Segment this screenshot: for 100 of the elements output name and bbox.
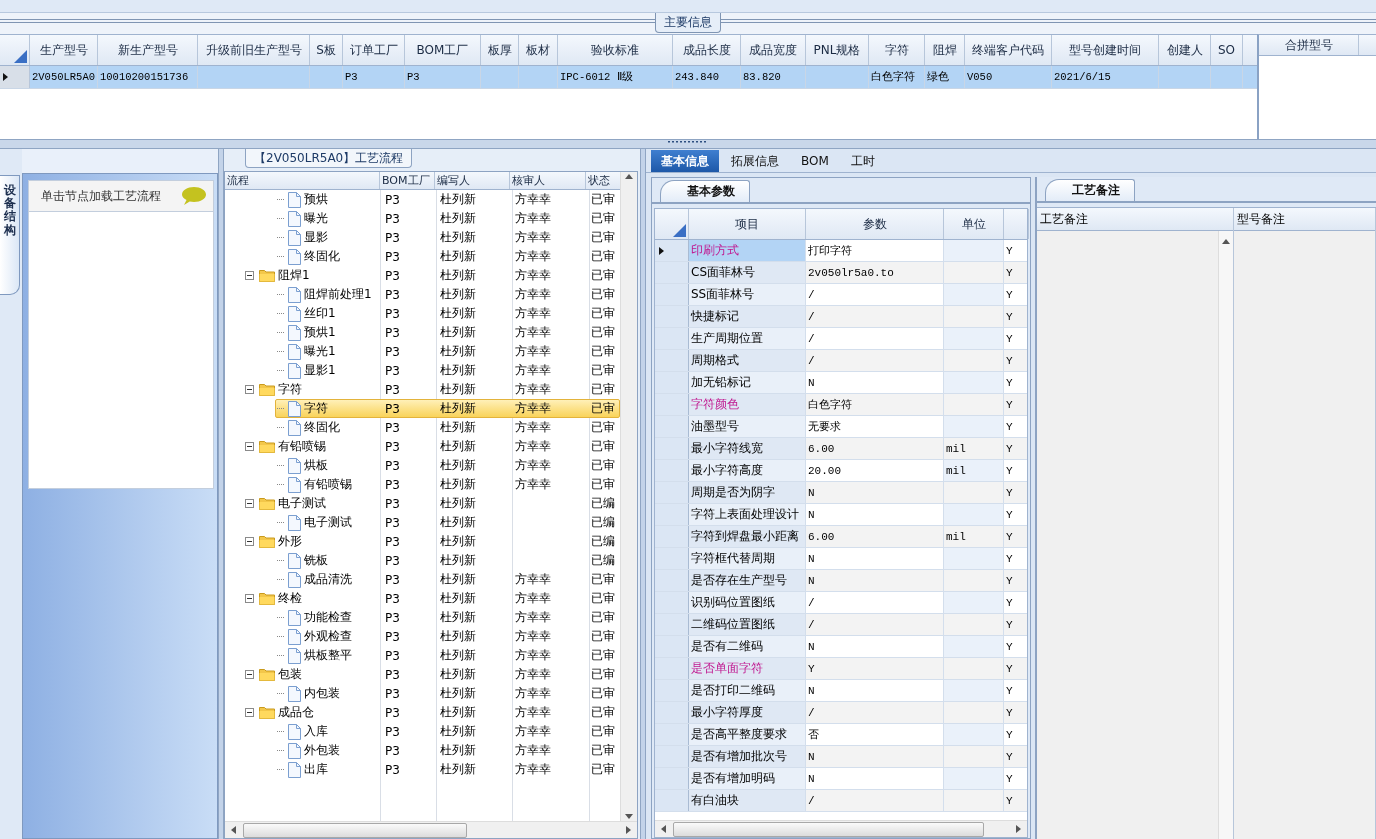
tree-row[interactable]: 外观检查 P3 杜列新 方幸幸 已审 — [225, 627, 620, 646]
scroll-up-icon[interactable] — [1221, 237, 1231, 247]
table-row[interactable]: 识别码位置图纸 / Y — [655, 592, 1027, 614]
table-row[interactable]: CS面菲林号 2v050lr5a0.to Y — [655, 262, 1027, 284]
tree-row[interactable]: 有铅喷锡 P3 杜列新 方幸幸 已审 — [225, 437, 620, 456]
tree-row[interactable]: 出库 P3 杜列新 方幸幸 已审 — [225, 760, 620, 779]
tree-row[interactable]: 外包装 P3 杜列新 方幸幸 已审 — [225, 741, 620, 760]
tree-row[interactable]: 显影1 P3 杜列新 方幸幸 已审 — [225, 361, 620, 380]
table-row[interactable]: 最小字符高度 20.00 mil Y — [655, 460, 1027, 482]
column-header[interactable]: 成品长度 — [673, 35, 741, 65]
tree-row[interactable]: 成品清洗 P3 杜列新 方幸幸 已审 — [225, 570, 620, 589]
tab[interactable]: BOM — [791, 150, 839, 172]
table-row[interactable]: 周期格式 / Y — [655, 350, 1027, 372]
table-row[interactable]: 加无铅标记 N Y — [655, 372, 1027, 394]
column-header[interactable]: SO — [1211, 35, 1243, 65]
side-tab[interactable]: 设备结构 — [0, 175, 20, 295]
tree-row[interactable]: 曝光1 P3 杜列新 方幸幸 已审 — [225, 342, 620, 361]
column-header[interactable]: 项目 — [735, 215, 759, 233]
column-header[interactable]: 单位 — [961, 215, 986, 233]
table-row[interactable]: 是否有二维码 N Y — [655, 636, 1027, 658]
column-header[interactable]: 验收标准 — [558, 35, 673, 65]
table-row[interactable]: 油墨型号 无要求 Y — [655, 416, 1027, 438]
tree-row[interactable]: 曝光 P3 杜列新 方幸幸 已审 — [225, 209, 620, 228]
table-row[interactable]: 生产周期位置 / Y — [655, 328, 1027, 350]
vertical-scrollbar[interactable] — [620, 172, 637, 821]
table-row[interactable]: 字符框代替周期 N Y — [655, 548, 1027, 570]
column-header[interactable]: 板厚 — [481, 35, 519, 65]
column-header[interactable]: 升级前旧生产型号 — [198, 35, 310, 65]
column-header[interactable]: 新生产型号 — [98, 35, 198, 65]
column-header[interactable]: 核审人 — [510, 172, 586, 189]
vertical-scrollbar[interactable] — [1218, 231, 1233, 839]
column-header[interactable]: BOM工厂 — [380, 172, 435, 189]
column-header[interactable]: 参数 — [862, 215, 887, 233]
tree-row[interactable]: 电子测试 P3 杜列新 已编 — [225, 513, 620, 532]
tree-row[interactable]: 终检 P3 杜列新 方幸幸 已审 — [225, 589, 620, 608]
table-row[interactable]: 印刷方式 打印字符 Y — [655, 240, 1027, 262]
collapse-icon[interactable] — [245, 708, 254, 717]
column-header[interactable]: BOM工厂 — [405, 35, 481, 65]
table-row[interactable]: 是否有增加明码 N Y — [655, 768, 1027, 790]
scroll-left-icon[interactable] — [659, 824, 669, 834]
table-row[interactable]: SS面菲林号 / Y — [655, 284, 1027, 306]
tree-row[interactable]: 预烘 P3 杜列新 方幸幸 已审 — [225, 190, 620, 209]
table-row[interactable]: 2V050LR5A0 10010200151736 P3 P3 IPC-6012 Ⅱ级 243.840 83.820 白色字符 绿色 V050 2021/6/15 — [0, 66, 1257, 89]
tree-row[interactable]: 电子测试 P3 杜列新 已编 — [225, 494, 620, 513]
horizontal-scrollbar[interactable] — [655, 820, 1027, 837]
table-row[interactable]: 字符到焊盘最小距离 6.00 mil Y — [655, 526, 1027, 548]
collapse-icon[interactable] — [245, 385, 254, 394]
collapse-icon[interactable] — [245, 442, 254, 451]
table-row[interactable]: 二维码位置图纸 / Y — [655, 614, 1027, 636]
column-header[interactable]: 编写人 — [435, 172, 510, 189]
tree-row[interactable]: 预烘1 P3 杜列新 方幸幸 已审 — [225, 323, 620, 342]
column-header[interactable]: 型号创建时间 — [1052, 35, 1159, 65]
scroll-right-icon[interactable] — [1013, 824, 1023, 834]
column-header[interactable]: 生产型号 — [30, 35, 98, 65]
tree-row[interactable]: 功能检查 P3 杜列新 方幸幸 已审 — [225, 608, 620, 627]
tree-row[interactable]: 包装 P3 杜列新 方幸幸 已审 — [225, 665, 620, 684]
column-header[interactable]: 成品宽度 — [741, 35, 806, 65]
column-header[interactable]: 终端客户代码 — [965, 35, 1052, 65]
tree-row[interactable]: 终固化 P3 杜列新 方幸幸 已审 — [225, 418, 620, 437]
table-row[interactable]: 是否单面字符 Y Y — [655, 658, 1027, 680]
tree-row[interactable]: 烘板 P3 杜列新 方幸幸 已审 — [225, 456, 620, 475]
tree-row[interactable]: 入库 P3 杜列新 方幸幸 已审 — [225, 722, 620, 741]
sub-tab[interactable]: 基本参数 — [660, 180, 750, 202]
table-row[interactable]: 字符颜色 白色字符 Y — [655, 394, 1027, 416]
table-row[interactable]: 是否打印二维码 N Y — [655, 680, 1027, 702]
tree-row[interactable]: 铣板 P3 杜列新 已编 — [225, 551, 620, 570]
tree-row[interactable]: 有铅喷锡 P3 杜列新 方幸幸 已审 — [225, 475, 620, 494]
column-header[interactable]: PNL规格 — [806, 35, 869, 65]
tab[interactable]: 工时 — [840, 150, 885, 172]
tree-row[interactable]: 字符 P3 杜列新 方幸幸 已审 — [225, 380, 620, 399]
horizontal-scrollbar[interactable] — [225, 821, 637, 838]
column-header[interactable]: 字符 — [869, 35, 925, 65]
splitter-grip-icon[interactable] — [668, 140, 708, 143]
collapse-icon[interactable] — [245, 537, 254, 546]
table-row[interactable]: 有白油块 / Y — [655, 790, 1027, 812]
table-row[interactable]: 是否存在生产型号 N Y — [655, 570, 1027, 592]
column-header[interactable]: 板材 — [519, 35, 558, 65]
scroll-left-icon[interactable] — [229, 825, 239, 835]
tree-row[interactable]: 丝印1 P3 杜列新 方幸幸 已审 — [225, 304, 620, 323]
column-header[interactable]: 阻焊 — [925, 35, 965, 65]
table-row[interactable]: 快捷标记 / Y — [655, 306, 1027, 328]
column-header[interactable]: 订单工厂 — [343, 35, 405, 65]
tree-row[interactable]: 成品仓 P3 杜列新 方幸幸 已审 — [225, 703, 620, 722]
table-row[interactable]: 周期是否为阴字 N Y — [655, 482, 1027, 504]
table-row[interactable]: 是否有增加批次号 N Y — [655, 746, 1027, 768]
sub-tab[interactable]: 工艺备注 — [1045, 179, 1135, 201]
scroll-right-icon[interactable] — [623, 825, 633, 835]
table-row[interactable]: 是否高平整度要求 否 Y — [655, 724, 1027, 746]
column-header[interactable]: S板 — [310, 35, 343, 65]
tree-row[interactable]: 烘板整平 P3 杜列新 方幸幸 已审 — [225, 646, 620, 665]
table-row[interactable]: 最小字符厚度 / Y — [655, 702, 1027, 724]
collapse-icon[interactable] — [245, 594, 254, 603]
collapse-icon[interactable] — [245, 271, 254, 280]
tree-row[interactable]: 外形 P3 杜列新 已编 — [225, 532, 620, 551]
tree-row[interactable]: 字符 P3 杜列新 方幸幸 已审 — [225, 399, 620, 418]
column-header[interactable]: 创建人 — [1159, 35, 1211, 65]
column-header[interactable]: 型号备注 — [1234, 208, 1375, 231]
collapse-icon[interactable] — [245, 670, 254, 679]
tree-row[interactable]: 显影 P3 杜列新 方幸幸 已审 — [225, 228, 620, 247]
table-row[interactable]: 字符上表面处理设计 N Y — [655, 504, 1027, 526]
